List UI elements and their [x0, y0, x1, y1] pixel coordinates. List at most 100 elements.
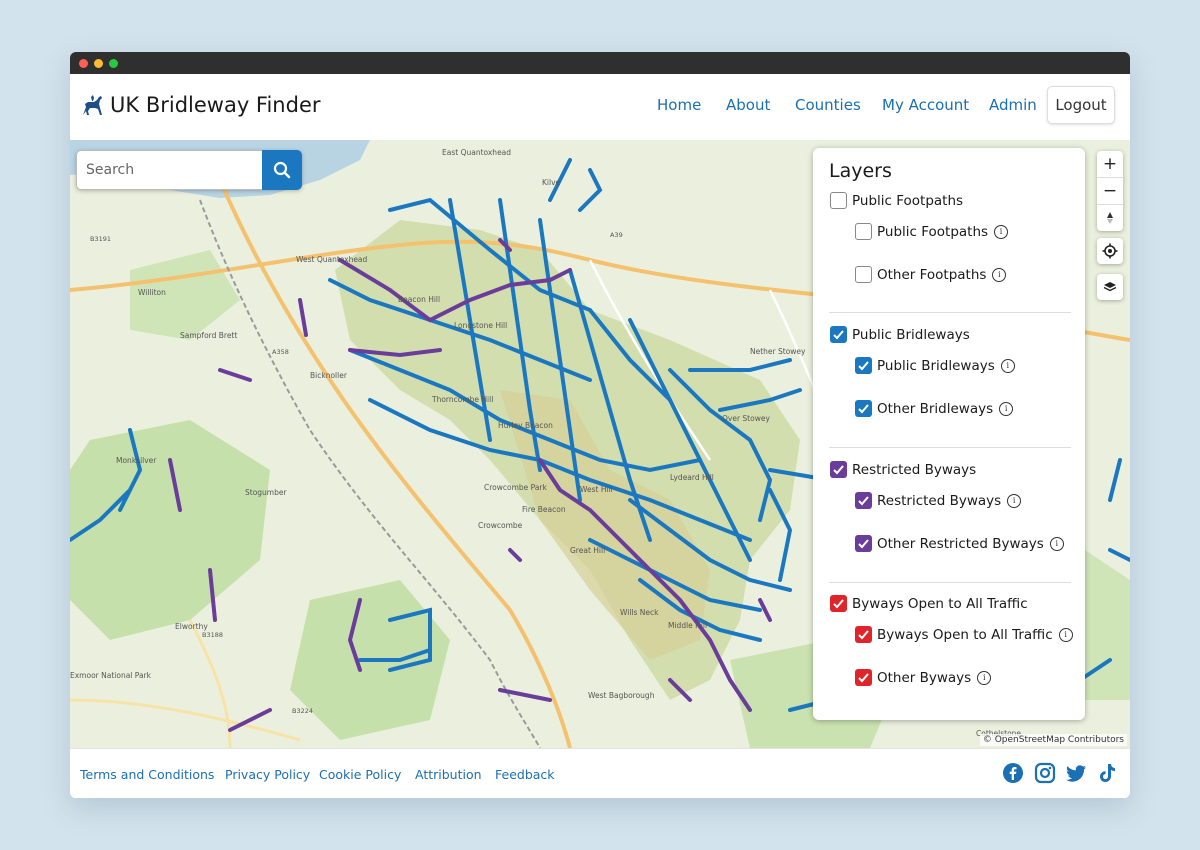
layers-title: Layers — [829, 160, 892, 182]
place-label: Sampford Brett — [180, 331, 237, 340]
footer-cookie-link[interactable]: Cookie Policy — [319, 767, 401, 782]
logout-button[interactable]: Logout — [1047, 86, 1115, 124]
checkbox[interactable] — [830, 192, 847, 209]
info-icon[interactable]: i — [977, 670, 992, 685]
road-label: B3188 — [202, 631, 223, 639]
place-label: Stogumber — [245, 488, 287, 497]
nav-counties[interactable]: Counties — [795, 96, 861, 114]
map-attribution[interactable]: © OpenStreetMap Contributors — [979, 734, 1127, 746]
checkbox-checked[interactable] — [855, 357, 872, 374]
nav-home[interactable]: Home — [657, 96, 701, 114]
checkbox-checked[interactable] — [855, 535, 872, 552]
checkbox-checked[interactable] — [830, 595, 847, 612]
checkbox[interactable] — [855, 266, 872, 283]
twitter-icon[interactable] — [1065, 762, 1087, 784]
layer-item-byways-open-to-all-traffic[interactable]: Byways Open to All Traffic i — [855, 626, 1073, 643]
footer-terms-link[interactable]: Terms and Conditions — [80, 767, 214, 782]
layer-item-label: Other Footpaths — [877, 266, 987, 283]
place-label: East Quantoxhead — [442, 148, 511, 157]
search-input[interactable] — [76, 150, 262, 190]
layer-group-restricted-byways[interactable]: Restricted Byways — [830, 461, 976, 478]
layer-item-other-restricted-byways[interactable]: Other Restricted Byways i — [855, 535, 1064, 552]
maximize-window-button[interactable] — [109, 59, 118, 68]
place-label: Nether Stowey — [750, 347, 806, 356]
layer-switch-control — [1097, 274, 1123, 300]
nav-admin[interactable]: Admin — [989, 96, 1037, 114]
minimize-window-button[interactable] — [94, 59, 103, 68]
divider — [829, 312, 1071, 313]
zoom-in-button[interactable]: + — [1097, 151, 1123, 177]
info-icon[interactable]: i — [1058, 627, 1073, 642]
info-icon[interactable]: i — [1007, 493, 1022, 508]
map-view[interactable]: East Quantoxhead Kilve West Quantoxhead … — [70, 140, 1130, 748]
layers-icon — [1103, 282, 1117, 292]
layer-item-label: Restricted Byways — [877, 492, 1002, 509]
layers-panel: Layers Public Footpaths Public Footpaths… — [813, 148, 1085, 720]
info-icon[interactable]: i — [1049, 536, 1064, 551]
layer-group-byways-open-to-all-traffic[interactable]: Byways Open to All Traffic — [830, 595, 1028, 612]
layer-group-public-footpaths[interactable]: Public Footpaths — [830, 192, 963, 209]
layer-item-label: Byways Open to All Traffic — [877, 626, 1053, 643]
layer-item-public-bridleways[interactable]: Public Bridleways i — [855, 357, 1015, 374]
nav-my-account[interactable]: My Account — [882, 96, 969, 114]
info-icon[interactable]: i — [994, 224, 1009, 239]
place-label: Exmoor National Park — [70, 671, 152, 680]
layer-item-other-byways[interactable]: Other Byways i — [855, 669, 992, 686]
brand[interactable]: UK Bridleway Finder — [80, 92, 321, 118]
place-label: Hurley Beacon — [498, 421, 553, 430]
geolocate-button[interactable] — [1097, 238, 1123, 264]
layer-item-restricted-byways[interactable]: Restricted Byways i — [855, 492, 1022, 509]
footer-feedback-link[interactable]: Feedback — [495, 767, 555, 782]
checkbox-checked[interactable] — [855, 400, 872, 417]
locate-icon — [1102, 243, 1118, 259]
reset-bearing-button[interactable] — [1097, 204, 1123, 231]
road-label: B3224 — [292, 707, 313, 715]
layer-group-label: Public Footpaths — [852, 192, 964, 209]
place-label: Middle Hill — [668, 621, 707, 630]
checkbox[interactable] — [855, 223, 872, 240]
compass-icon — [1107, 212, 1113, 224]
nav-about[interactable]: About — [726, 96, 770, 114]
layer-item-label: Other Byways — [877, 669, 972, 686]
divider — [829, 582, 1071, 583]
check-icon — [858, 673, 869, 683]
search-button[interactable] — [262, 150, 302, 190]
tiktok-icon[interactable] — [1096, 762, 1118, 784]
search-icon — [273, 161, 291, 179]
layer-group-label: Restricted Byways — [852, 461, 977, 478]
checkbox-checked[interactable] — [855, 492, 872, 509]
check-icon — [858, 630, 869, 640]
info-icon[interactable]: i — [999, 401, 1014, 416]
place-label: West Bagborough — [588, 691, 655, 700]
place-label: Great Hill — [570, 546, 605, 555]
layer-item-other-footpaths[interactable]: Other Footpaths i — [855, 266, 1007, 283]
zoom-out-button[interactable]: − — [1097, 177, 1123, 204]
browser-window: UK Bridleway Finder Home About Counties … — [70, 52, 1130, 798]
instagram-icon[interactable] — [1034, 762, 1056, 784]
checkbox-checked[interactable] — [830, 326, 847, 343]
close-window-button[interactable] — [79, 59, 88, 68]
title-bar — [70, 52, 1130, 74]
info-icon[interactable]: i — [992, 267, 1007, 282]
road-label: A358 — [272, 348, 289, 356]
place-label: West Hill — [580, 485, 613, 494]
road-label: B3191 — [90, 235, 111, 243]
check-icon — [858, 361, 869, 371]
facebook-icon[interactable] — [1002, 762, 1024, 784]
footer-privacy-link[interactable]: Privacy Policy — [225, 767, 310, 782]
footer-attribution-link[interactable]: Attribution — [415, 767, 482, 782]
info-icon[interactable]: i — [1000, 358, 1015, 373]
place-label: Monksilver — [116, 456, 157, 465]
checkbox-checked[interactable] — [830, 461, 847, 478]
layer-group-public-bridleways[interactable]: Public Bridleways — [830, 326, 970, 343]
place-label: Williton — [138, 288, 166, 297]
layer-item-public-footpaths[interactable]: Public Footpaths i — [855, 223, 1009, 240]
layer-item-other-bridleways[interactable]: Other Bridleways i — [855, 400, 1014, 417]
road-label: A39 — [610, 231, 623, 239]
checkbox-checked[interactable] — [855, 669, 872, 686]
layer-switch-button[interactable] — [1097, 274, 1123, 300]
divider — [829, 447, 1071, 448]
place-label: Bicknoller — [310, 371, 348, 380]
place-label: Over Stowey — [722, 414, 770, 423]
checkbox-checked[interactable] — [855, 626, 872, 643]
